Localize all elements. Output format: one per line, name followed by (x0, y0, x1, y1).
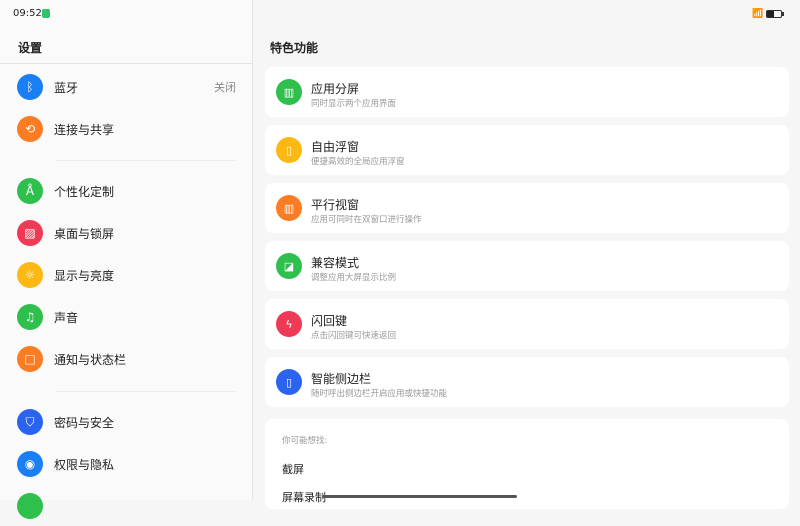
sidebar-item-label: 权限与隐私 (54, 457, 115, 472)
page-title: 特色功能 (270, 41, 319, 55)
suggestion-link[interactable]: 屏幕录制 (282, 489, 326, 505)
divider (0, 63, 253, 64)
status-time: 09:52 (13, 8, 42, 19)
sidebar-icon: ▯ (276, 369, 302, 395)
feature-card[interactable]: ▯ 智能侧边栏随时呼出侧边栏开启应用或快捷功能 (265, 357, 789, 407)
bluetooth-icon: ᛒ (17, 74, 43, 100)
feature-card[interactable]: ϟ 闪回键点击闪回键可快速返回 (265, 299, 789, 349)
flash-icon: ϟ (276, 311, 302, 337)
sidebar-item[interactable]: □ 通知与状态栏 (0, 339, 253, 379)
sidebar-item-label: 个性化定制 (54, 184, 115, 199)
feature-card[interactable]: ▯ 自由浮窗便捷高效的全局应用浮窗 (265, 125, 789, 175)
divider (55, 391, 236, 392)
home-indicator[interactable] (322, 495, 517, 498)
share-icon: ⟲ (17, 116, 43, 142)
sidebar-item-label: 连接与共享 (54, 122, 115, 137)
feature-card[interactable]: ▥ 平行视窗应用可同时在双窗口进行操作 (265, 183, 789, 233)
bell-icon: ♫ (17, 304, 43, 330)
sidebar-item[interactable]: ▨ 桌面与锁屏 (0, 213, 253, 253)
feature-title: 自由浮窗 (311, 140, 360, 154)
settings-sidebar: 09:52 设置 ᛒ 蓝牙 关闭 ⟲ 连接与共享 Å 个性化定制 ▨ 桌面与锁屏 ☼ 显示与亮度 ♫ 声… (0, 0, 253, 519)
divider (55, 160, 236, 161)
sidebar-item[interactable]: ⛉ 密码与安全 (0, 402, 253, 442)
feature-subtitle: 随时呼出侧边栏开启应用或快捷功能 (311, 389, 448, 399)
sidebar-item[interactable]: ♫ 声音 (0, 297, 253, 337)
image-icon: ▨ (17, 220, 43, 246)
sidebar-item-label: 蓝牙 (54, 80, 79, 95)
shield-icon: ⛉ (17, 409, 43, 435)
feature-title: 兼容模式 (311, 256, 360, 270)
battery-icon (766, 10, 782, 18)
feature-subtitle: 调整应用大屏显示比例 (311, 273, 397, 283)
sidebar-item[interactable]: ᛒ 蓝牙 关闭 (0, 67, 253, 107)
sidebar-item-value: 关闭 (214, 81, 236, 94)
floating-window-icon: ▯ (276, 137, 302, 163)
app-icon (17, 493, 43, 519)
feature-subtitle: 点击闪回键可快速返回 (311, 331, 397, 341)
privacy-icon: ◉ (17, 451, 43, 477)
sidebar-title: 设置 (18, 41, 43, 55)
feature-subtitle: 便捷高效的全局应用浮窗 (311, 157, 405, 167)
sidebar-item-label: 密码与安全 (54, 415, 115, 430)
sidebar-item-label: 通知与状态栏 (54, 352, 127, 367)
sun-icon: ☼ (17, 262, 43, 288)
suggestions-heading: 你可能想找: (282, 436, 328, 446)
sidebar-item[interactable]: Å 个性化定制 (0, 171, 253, 211)
compat-mode-icon: ◪ (276, 253, 302, 279)
feature-card[interactable]: ◪ 兼容模式调整应用大屏显示比例 (265, 241, 789, 291)
suggestion-link[interactable]: 截屏 (282, 461, 304, 477)
battery-tip (782, 12, 784, 16)
parallel-window-icon: ▥ (276, 195, 302, 221)
feature-title: 智能侧边栏 (311, 372, 372, 386)
feature-subtitle: 同时显示两个应用界面 (311, 99, 397, 109)
sidebar-item-partial[interactable] (0, 486, 253, 526)
feature-card[interactable]: ▥ 应用分屏同时显示两个应用界面 (265, 67, 789, 117)
feature-title: 闪回键 (311, 314, 348, 328)
split-screen-icon: ▥ (276, 79, 302, 105)
wifi-icon: 📶 (752, 9, 764, 19)
feature-subtitle: 应用可同时在双窗口进行操作 (311, 215, 422, 225)
compass-icon: Å (17, 178, 43, 204)
feature-title: 平行视窗 (311, 198, 360, 212)
sidebar-item-label: 桌面与锁屏 (54, 226, 115, 241)
feature-title: 应用分屏 (311, 82, 360, 96)
sidebar-item[interactable]: ☼ 显示与亮度 (0, 255, 253, 295)
sidebar-item[interactable]: ⟲ 连接与共享 (0, 109, 253, 149)
sidebar-item-label: 声音 (54, 310, 79, 325)
notification-icon: □ (17, 346, 43, 372)
notification-badge-icon (42, 9, 50, 18)
sidebar-item[interactable]: ◉ 权限与隐私 (0, 444, 253, 484)
sidebar-item-label: 显示与亮度 (54, 268, 115, 283)
